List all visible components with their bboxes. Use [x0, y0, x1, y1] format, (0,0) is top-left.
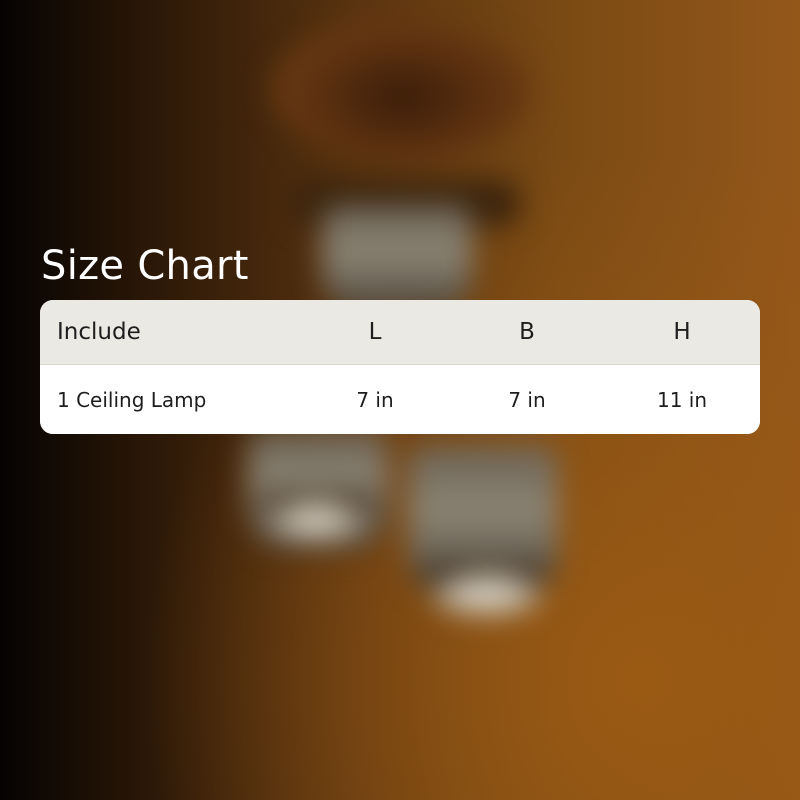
table-header-row: Include L B H — [40, 300, 760, 365]
lamp-bulb-glow — [268, 500, 364, 540]
cell-height: 11 in — [656, 387, 708, 412]
lamp-bulb-glow — [432, 572, 542, 616]
column-header-length: L — [368, 319, 382, 345]
size-chart-title: Size Chart — [41, 243, 249, 289]
column-header-height: H — [673, 319, 691, 345]
table-row: 1 Ceiling Lamp 7 in 7 in 11 in — [40, 365, 760, 434]
lamp-canopy — [272, 20, 532, 160]
column-header-breadth: B — [519, 319, 535, 345]
column-header-include: Include — [57, 319, 141, 345]
size-chart-table: Include L B H 1 Ceiling Lamp 7 in 7 in 1… — [40, 300, 760, 434]
lamp-shade — [322, 205, 472, 315]
cell-breadth: 7 in — [508, 387, 546, 412]
cell-include: 1 Ceiling Lamp — [57, 387, 207, 412]
cell-length: 7 in — [356, 387, 394, 412]
